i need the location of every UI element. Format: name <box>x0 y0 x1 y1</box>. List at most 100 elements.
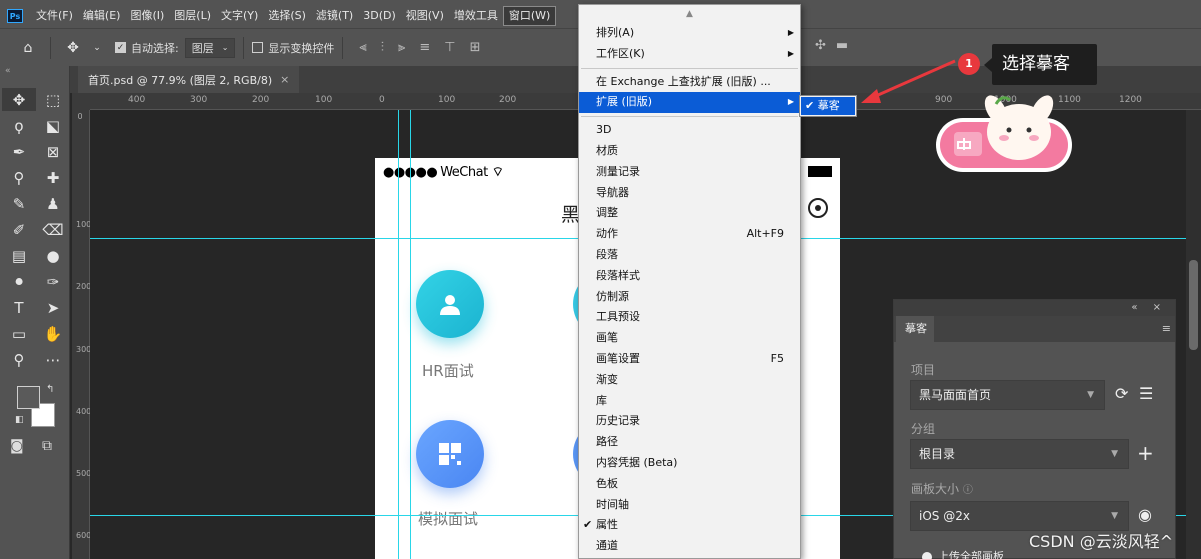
show-transform-checkbox[interactable] <box>252 42 264 53</box>
pen-tool-icon[interactable]: ✑ <box>36 270 70 293</box>
pen-select-icon[interactable]: ✒ <box>2 140 36 163</box>
align-left-icon[interactable]: ⫷ <box>359 40 366 55</box>
window-menu-item[interactable]: 渐变 <box>579 370 800 391</box>
menu-view[interactable]: 视图(V) <box>401 4 449 28</box>
window-menu-item[interactable]: 调整 <box>579 203 800 224</box>
align-middle-icon[interactable]: ⊞ <box>470 40 481 55</box>
window-menu-item[interactable]: ✔ 属性 <box>579 515 800 536</box>
mock-interview-button[interactable] <box>416 420 484 488</box>
auto-select-checkbox[interactable]: ✓ <box>115 42 126 53</box>
window-menu-item[interactable]: 段落 <box>579 245 800 266</box>
window-menu-item[interactable]: 动作 Alt+F9 <box>579 224 800 245</box>
panel-tab[interactable]: 摹客 <box>896 316 934 342</box>
lasso-tool-icon[interactable]: ϙ <box>2 114 36 137</box>
close-icon[interactable]: × <box>280 73 289 86</box>
window-menu-item[interactable]: 扩展 (旧版) ▶ <box>579 92 800 114</box>
window-menu-item[interactable]: 仿制源 <box>579 287 800 308</box>
zoom-tool-icon[interactable]: ⚲ <box>2 348 36 371</box>
menu-3d[interactable]: 3D(D) <box>358 4 401 28</box>
upload-all-radio[interactable] <box>922 552 932 559</box>
rectangle-tool-icon[interactable]: ▭ <box>2 322 36 345</box>
window-menu-item[interactable]: 工具预设 <box>579 307 800 328</box>
home-icon[interactable]: ⌂ <box>18 38 38 58</box>
scroll-up-icon[interactable]: ▲ <box>579 5 800 23</box>
guide-line[interactable] <box>398 110 399 559</box>
distribute-icon[interactable]: ≡ <box>419 40 430 55</box>
window-menu-item[interactable]: 工作区(K) ▶ <box>579 44 800 65</box>
frame-tool-icon[interactable]: ⊠ <box>36 140 70 163</box>
type-tool-icon[interactable]: T <box>2 296 36 319</box>
brush-tool-icon[interactable]: ✎ <box>2 192 36 215</box>
window-menu-item[interactable]: 画笔 <box>579 328 800 349</box>
swap-colors-icon[interactable]: ↰ <box>46 384 54 395</box>
window-menu-item[interactable]: 导航器 <box>579 183 800 204</box>
eyedropper-tool-icon[interactable]: ⚲ <box>2 166 36 189</box>
vertical-scrollbar[interactable] <box>1186 110 1201 559</box>
menu-window[interactable]: 窗口(W) <box>502 6 557 26</box>
document-tab[interactable]: 首页.psd @ 77.9% (图层 2, RGB/8) × <box>78 66 300 93</box>
path-select-icon[interactable]: ➤ <box>36 296 70 319</box>
window-menu-item[interactable]: 内容凭据 (Beta) <box>579 453 800 474</box>
menu-icon[interactable]: ≡ <box>1162 322 1171 335</box>
vertical-ruler[interactable]: 0 100 200 300 400 500 600 <box>72 110 91 559</box>
window-menu-item[interactable]: 画笔设置 F5 <box>579 349 800 370</box>
menu-filter[interactable]: 滤镜(T) <box>311 4 358 28</box>
layer-select-dropdown[interactable]: 图层 ⌄ <box>184 37 236 58</box>
window-menu-item[interactable]: 材质 <box>579 141 800 162</box>
refresh-icon[interactable]: ⟳ <box>1115 384 1128 403</box>
blur-tool-icon[interactable]: ● <box>36 244 70 267</box>
board-size-select[interactable]: iOS @2x ▼ <box>910 501 1129 531</box>
group-select[interactable]: 根目录 ▼ <box>910 439 1129 469</box>
window-menu-item[interactable]: 段落样式 <box>579 266 800 287</box>
project-select[interactable]: 黑马面面首页 ▼ <box>910 380 1105 410</box>
window-menu-item[interactable]: 库 <box>579 391 800 412</box>
chevron-down-icon[interactable]: ⌄ <box>87 38 107 58</box>
orbit-icon[interactable]: ✣ <box>815 38 826 53</box>
window-menu-item[interactable]: 路径 <box>579 432 800 453</box>
screen-mode-icon[interactable]: ⧉ <box>42 438 52 454</box>
healing-brush-icon[interactable]: ✚ <box>36 166 70 189</box>
menu-plugins[interactable]: 增效工具 <box>449 4 503 28</box>
window-menu-item[interactable]: 历史记录 <box>579 411 800 432</box>
panel-header-controls[interactable]: « × <box>894 300 1175 316</box>
align-top-icon[interactable]: ⊤ <box>444 40 455 55</box>
move-tool-icon[interactable]: ✥ <box>2 88 36 111</box>
menu-image[interactable]: 图像(I) <box>125 4 169 28</box>
zoom-icon[interactable]: ◉ <box>1138 505 1152 524</box>
foreground-color-swatch[interactable] <box>17 386 40 409</box>
menu-type[interactable]: 文字(Y) <box>216 4 263 28</box>
menu-layer[interactable]: 图层(L) <box>169 4 216 28</box>
window-menu-item[interactable]: 测量记录 <box>579 162 800 183</box>
history-brush-icon[interactable]: ✐ <box>2 218 36 241</box>
object-select-tool-icon[interactable]: ⬕ <box>36 114 70 137</box>
align-center-icon[interactable]: ⫶ <box>381 40 384 55</box>
camera-icon[interactable]: ▬ <box>836 38 848 53</box>
menu-file[interactable]: 文件(F) <box>31 4 78 28</box>
window-menu-item[interactable]: 3D <box>579 120 800 141</box>
default-colors-icon[interactable]: ◧ <box>15 415 24 425</box>
list-icon[interactable]: ☰ <box>1139 384 1153 403</box>
panel-grip[interactable]: « <box>0 66 69 88</box>
menu-edit[interactable]: 编辑(E) <box>78 4 126 28</box>
hand-tool-icon[interactable]: ✋ <box>36 322 70 345</box>
marquee-tool-icon[interactable]: ⬚ <box>36 88 70 111</box>
align-right-icon[interactable]: ⫸ <box>398 40 405 55</box>
hr-interview-button[interactable] <box>416 270 484 338</box>
stamp-tool-icon[interactable]: ♟ <box>36 192 70 215</box>
move-tool-icon[interactable]: ✥ <box>63 38 83 58</box>
scrollbar-thumb[interactable] <box>1189 260 1198 350</box>
mockplus-menu-item[interactable]: ✔ 摹客 <box>801 97 855 115</box>
window-menu-item[interactable]: 色板 <box>579 474 800 495</box>
more-tools-icon[interactable]: ⋯ <box>36 348 70 371</box>
window-menu-item[interactable]: 时间轴 <box>579 495 800 516</box>
window-menu-item[interactable]: 通道 <box>579 536 800 557</box>
dodge-tool-icon[interactable]: ⚫ <box>2 270 36 293</box>
guide-line[interactable] <box>410 110 411 559</box>
info-icon[interactable]: ⓘ <box>963 485 973 496</box>
gradient-tool-icon[interactable]: ▤ <box>2 244 36 267</box>
add-icon[interactable]: + <box>1137 441 1154 465</box>
quick-mask-icon[interactable]: ◙ <box>10 438 24 454</box>
menu-select[interactable]: 选择(S) <box>263 4 311 28</box>
window-menu-item[interactable]: 排列(A) ▶ <box>579 23 800 44</box>
window-menu-item[interactable]: 在 Exchange 上查找扩展 (旧版) ... <box>579 72 800 93</box>
